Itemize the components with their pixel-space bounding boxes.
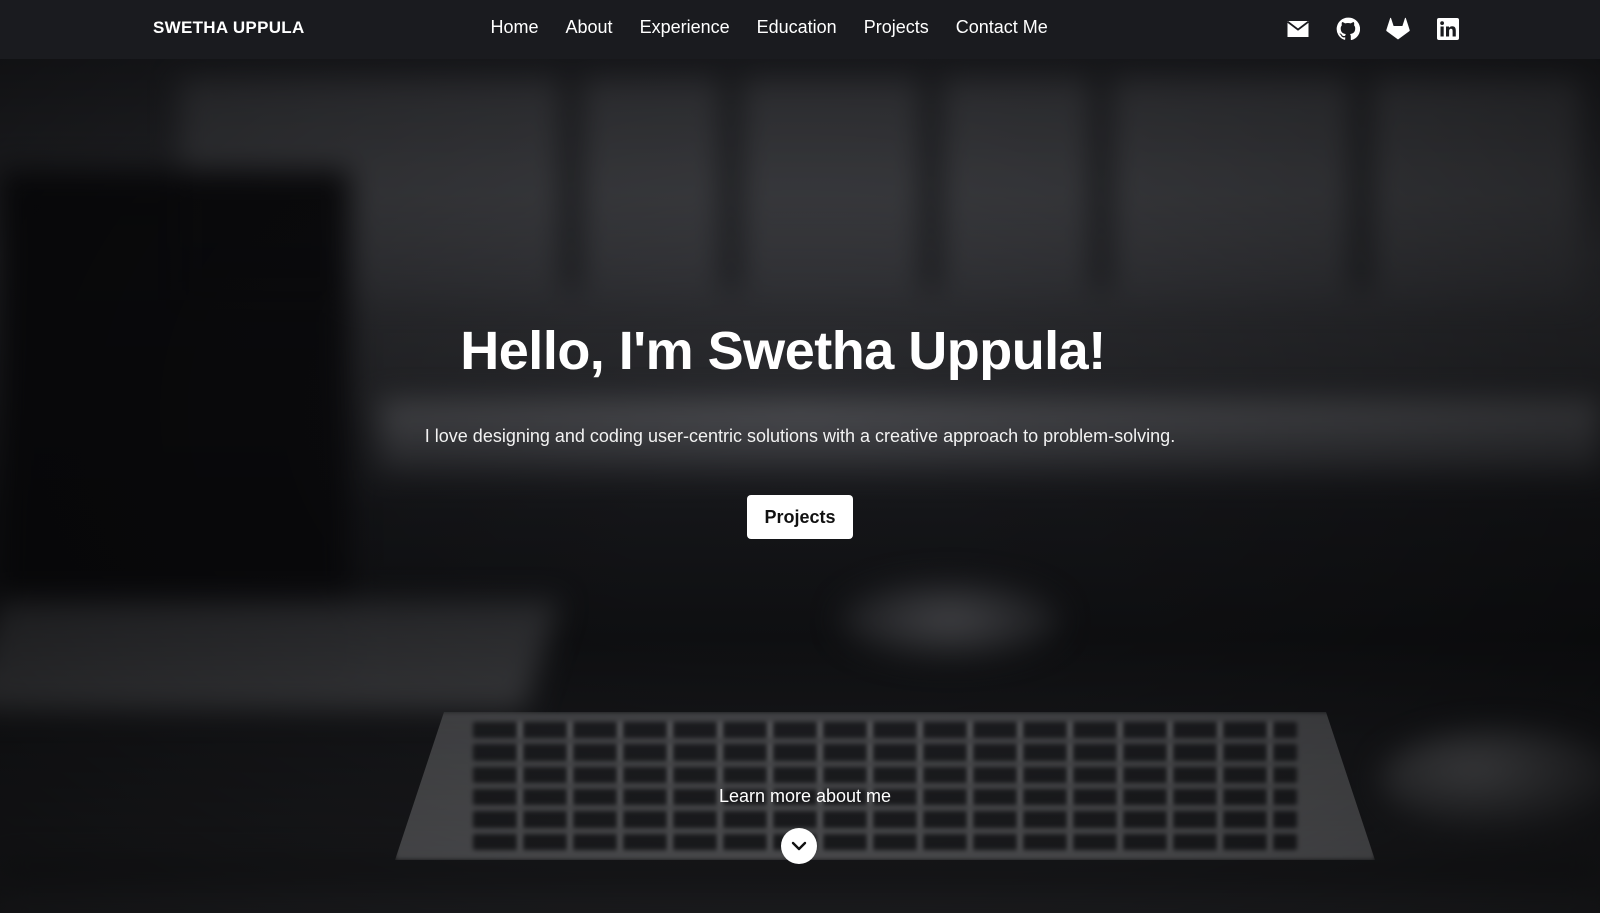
nav-item-home: Home	[477, 17, 552, 38]
nav-item-education: Education	[743, 17, 850, 38]
learn-more-text: Learn more about me	[718, 786, 892, 806]
brand-logo-link[interactable]: SWETHA UPPULA	[153, 18, 305, 38]
social-links	[1286, 17, 1460, 41]
nav-link-about[interactable]: About	[552, 17, 626, 38]
hero-background-image	[0, 0, 1600, 913]
hero-subtitle: I love designing and coding user-centric…	[424, 426, 1176, 446]
nav-item-contact: Contact Me	[942, 17, 1061, 38]
nav-link-education[interactable]: Education	[743, 17, 850, 38]
gitlab-icon[interactable]	[1386, 17, 1410, 41]
portfolio-page: SWETHA UPPULA Home About Experience Educ…	[0, 0, 1600, 913]
chevron-down-icon	[791, 841, 807, 851]
hero-title-text: Hello, I'm Swetha Uppula!	[460, 321, 1106, 381]
nav-link-experience[interactable]: Experience	[626, 17, 743, 38]
nav-link-home[interactable]: Home	[477, 17, 552, 38]
hero-title: Hello, I'm Swetha Uppula!	[0, 320, 1600, 382]
nav-item-about: About	[552, 17, 626, 38]
background-overlay	[0, 0, 1600, 913]
top-navbar: SWETHA UPPULA Home About Experience Educ…	[0, 0, 1600, 59]
nav-link-projects[interactable]: Projects	[850, 17, 942, 38]
envelope-icon[interactable]	[1286, 17, 1310, 41]
nav-link-contact-me[interactable]: Contact Me	[942, 17, 1061, 38]
linkedin-icon[interactable]	[1436, 17, 1460, 41]
projects-button[interactable]: Projects	[747, 495, 853, 539]
scroll-down-button[interactable]	[781, 828, 817, 864]
github-icon[interactable]	[1336, 17, 1360, 41]
nav-item-experience: Experience	[626, 17, 743, 38]
nav-links: Home About Experience Education Projects…	[477, 17, 1061, 38]
nav-item-projects: Projects	[850, 17, 942, 38]
